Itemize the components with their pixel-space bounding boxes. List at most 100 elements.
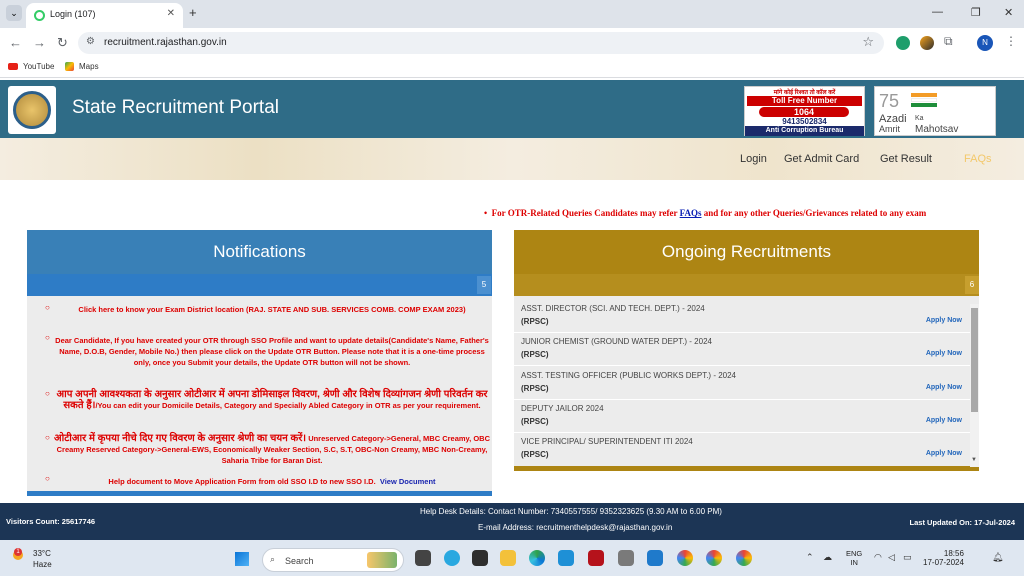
recruitment-org: (RPSC) [521, 450, 549, 459]
notification-item[interactable]: Click here to know your Exam District lo… [52, 304, 492, 315]
maps-icon [65, 62, 74, 71]
tab-search-button[interactable]: ⌄ [6, 5, 22, 21]
back-icon[interactable]: ← [9, 35, 22, 50]
windows-start-icon[interactable] [235, 552, 249, 566]
notification-text[interactable]: Click here to know your Exam District lo… [78, 305, 465, 314]
youtube-icon [8, 63, 18, 70]
browser-tab[interactable]: Login (107) ✕ [26, 3, 183, 28]
extension-icon[interactable] [920, 36, 934, 50]
recruitment-row: DEPUTY JAILOR 2024 (RPSC) Apply Now [514, 400, 970, 433]
system-clock[interactable]: 18:56 17-07-2024 [923, 549, 964, 567]
bookmark-youtube[interactable]: YouTube [23, 62, 54, 71]
restore-icon[interactable]: ❐ [971, 6, 981, 19]
nav-get-result[interactable]: Get Result [880, 153, 932, 165]
close-tab-icon[interactable]: ✕ [167, 8, 175, 19]
recruitments-count-badge: 6 [965, 276, 979, 294]
volume-icon[interactable]: ◁ [888, 552, 895, 563]
apply-now-link[interactable]: Apply Now [926, 350, 962, 357]
app-icon[interactable] [444, 550, 460, 566]
vscode-icon[interactable] [647, 550, 663, 566]
apply-now-link[interactable]: Apply Now [926, 417, 962, 424]
task-view-icon[interactable] [415, 550, 431, 566]
recruitment-org: (RPSC) [521, 384, 549, 393]
recruitment-row: ASST. TESTING OFFICER (PUBLIC WORKS DEPT… [514, 367, 970, 400]
chrome-icon[interactable] [677, 550, 693, 566]
recruitments-title: Ongoing Recruitments [514, 230, 979, 274]
notification-text[interactable]: Dear Candidate, If you have created your… [55, 336, 489, 367]
notification-text[interactable]: /You can edit your Domicile Details, Cat… [95, 401, 480, 410]
apply-now-link[interactable]: Apply Now [926, 450, 962, 457]
bullet-icon: ○ [45, 389, 50, 398]
cloud-icon[interactable]: ☁ [823, 552, 832, 563]
amrit-text: Amrit [879, 124, 900, 134]
bookmark-maps[interactable]: Maps [79, 62, 99, 71]
new-tab-button[interactable]: + [189, 5, 197, 20]
taskbar-search[interactable]: ⌕ Search [262, 548, 404, 572]
ticker-faqs-link[interactable]: FAQs [680, 208, 702, 218]
mcafee-icon[interactable] [588, 550, 604, 566]
edge-icon[interactable] [529, 550, 545, 566]
chrome-icon[interactable] [706, 550, 722, 566]
scroll-down-arrow-icon[interactable]: ▼ [971, 457, 977, 463]
recruitment-name: JUNIOR CHEMIST (GROUND WATER DEPT.) - 20… [521, 337, 712, 346]
battery-icon[interactable]: ▭ [903, 552, 912, 563]
file-explorer-icon[interactable] [500, 550, 516, 566]
visitors-count: Visitors Count: 25617746 [6, 517, 96, 526]
close-window-icon[interactable]: ✕ [1004, 6, 1013, 19]
notification-item[interactable]: आप अपनी आवश्यकता के अनुसार ओटीआर में अपन… [52, 389, 492, 411]
weather-temp[interactable]: 33°C [33, 549, 51, 558]
notification-item[interactable]: ओटीआर में कृपया नीचे दिए गए विवरण के अनु… [52, 433, 492, 466]
lang-region: IN [850, 558, 858, 567]
address-bar[interactable]: ⚙ recruitment.rajasthan.gov.in ☆ [78, 32, 884, 54]
site-info-icon[interactable]: ⚙ [86, 36, 95, 47]
bookmark-star-icon[interactable]: ☆ [862, 34, 874, 50]
nav-get-admit-card[interactable]: Get Admit Card [784, 153, 859, 165]
nav-faqs[interactable]: FAQs [964, 153, 992, 165]
app-icon[interactable] [558, 550, 574, 566]
notification-text[interactable]: Help document to Move Application Form f… [108, 477, 375, 486]
apply-now-link[interactable]: Apply Now [926, 317, 962, 324]
url-text: recruitment.rajasthan.gov.in [104, 37, 227, 48]
notifications-bell-icon[interactable]: 🔔︎ [992, 552, 1003, 563]
bullet-icon: ○ [45, 303, 50, 312]
nav-login[interactable]: Login [740, 153, 767, 165]
notification-hindi-text[interactable]: ओटीआर में कृपया नीचे दिए गए विवरण के अनु… [54, 433, 306, 444]
search-highlight-icon [367, 552, 397, 568]
grammarly-extension-icon[interactable] [896, 36, 910, 50]
notification-item[interactable]: Help document to Move Application Form f… [52, 476, 492, 487]
toll-number: 1064 [759, 107, 849, 117]
notification-item[interactable]: Dear Candidate, If you have created your… [52, 335, 492, 368]
notifications-subbar [27, 274, 492, 296]
apply-now-link[interactable]: Apply Now [926, 384, 962, 391]
rajasthan-emblem-logo [8, 86, 56, 134]
language-indicator[interactable]: ENG IN [846, 549, 862, 567]
azadi-ka-amrit-mahotsav-logo: 75 Azadi Ka Amrit Mahotsav [874, 86, 996, 136]
whatsapp-number: 9413502834 [782, 117, 827, 126]
extensions-puzzle-icon[interactable]: ⧉ [944, 34, 953, 49]
bullet-icon: ○ [45, 474, 50, 483]
clock-date: 17-07-2024 [923, 558, 964, 567]
flag-saffron-stripe [911, 93, 937, 97]
minimize-icon[interactable]: — [932, 6, 943, 18]
anti-corruption-banner: मांगे कोई रिश्वत तो कॉल करें Toll Free N… [744, 86, 865, 136]
app-icon[interactable] [618, 550, 634, 566]
bullet-icon: ○ [45, 333, 50, 342]
chrome-icon[interactable] [736, 550, 752, 566]
wifi-icon[interactable]: ◠ [874, 552, 882, 563]
scrollbar-thumb[interactable] [971, 308, 978, 412]
forward-icon[interactable]: → [33, 35, 46, 50]
menu-dots-icon[interactable]: ⋮ [1005, 34, 1017, 48]
navigation-bar [0, 138, 1024, 180]
site-favicon-icon [34, 10, 45, 21]
show-hidden-icons[interactable]: ⌃ [806, 552, 814, 563]
weather-desc[interactable]: Haze [33, 560, 52, 569]
site-title: State Recruitment Portal [72, 97, 279, 118]
mahotsav-text: Mahotsav [915, 124, 959, 135]
view-document-link[interactable]: View Document [380, 477, 436, 486]
seventy-five-icon: 75 [879, 91, 900, 111]
reload-icon[interactable]: ↻ [57, 35, 68, 51]
lang-code: ENG [846, 549, 863, 558]
helpdesk-email: E-mail Address: recruitmenthelpdesk@raja… [478, 523, 673, 532]
profile-avatar[interactable]: N [977, 35, 993, 51]
store-icon[interactable] [472, 550, 488, 566]
